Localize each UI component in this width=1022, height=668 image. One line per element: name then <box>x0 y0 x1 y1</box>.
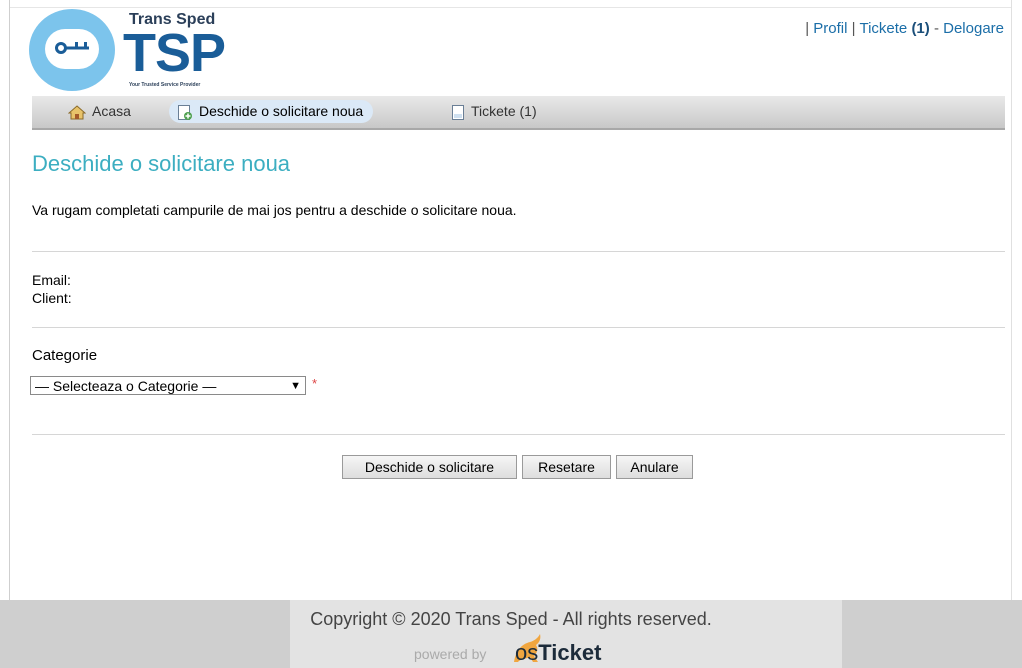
logout-link[interactable]: Delogare <box>943 20 1004 37</box>
page-title: Deschide o solicitare noua <box>32 151 291 176</box>
page-intro: Va rugam completati campurile de mai jos… <box>32 202 517 218</box>
new-ticket-icon <box>178 104 192 120</box>
window-left-border <box>0 0 10 600</box>
logo[interactable]: Trans Sped TSP Your Trusted Service Prov… <box>29 9 239 91</box>
divider <box>32 251 1005 252</box>
tickets-icon <box>452 104 464 120</box>
tickets-link[interactable]: Tickete (1) <box>859 20 929 37</box>
separator: | <box>805 20 810 37</box>
profile-link[interactable]: Profil <box>813 20 847 37</box>
divider <box>32 434 1005 435</box>
osticket-ticket: Ticket <box>538 640 602 665</box>
copyright-text: Copyright © 2020 Trans Sped - All rights… <box>310 609 712 629</box>
logo-circle <box>29 9 115 91</box>
main-nav: Acasa Deschide o solicitare noua Tickete… <box>32 96 1005 130</box>
brand-tagline: Your Trusted Service Provider <box>129 82 201 88</box>
window-top-border <box>9 0 1011 8</box>
required-marker: * <box>312 376 318 391</box>
email-label: Email: <box>32 272 71 288</box>
tickets-count: (1) <box>911 20 930 37</box>
nav-home-label: Acasa <box>92 103 131 119</box>
window-right-border <box>1011 0 1022 600</box>
reset-button[interactable]: Resetare <box>522 455 611 479</box>
powered-by-text: powered by <box>414 646 487 662</box>
nav-tickets-label: Tickete (1) <box>471 103 537 119</box>
osticket-logo[interactable]: osTicket <box>515 640 601 666</box>
separator: | <box>851 20 856 37</box>
home-icon <box>68 105 86 120</box>
nav-item-new-ticket[interactable]: Deschide o solicitare noua <box>169 100 374 123</box>
user-links: | Profil | Tickete (1) - Delogare <box>805 20 1004 37</box>
cancel-button[interactable]: Anulare <box>616 455 693 479</box>
osticket-os: os <box>515 640 539 665</box>
brand-acronym: TSP <box>123 23 226 83</box>
category-selected-value: — Selecteaza o Categorie — <box>35 378 217 394</box>
nav-item-tickets[interactable]: Tickete (1) <box>443 100 547 123</box>
tickets-link-label: Tickete <box>859 20 908 37</box>
nav-new-ticket-label: Deschide o solicitare noua <box>199 103 364 119</box>
divider <box>32 327 1005 328</box>
submit-button[interactable]: Deschide o solicitare <box>342 455 517 479</box>
chevron-down-icon: ▼ <box>290 380 301 392</box>
category-select[interactable]: — Selecteaza o Categorie — ▼ <box>30 376 306 395</box>
client-label: Client: <box>32 290 72 306</box>
dash: - <box>933 20 939 37</box>
logo-cloud <box>45 29 99 69</box>
key-icon <box>55 42 89 54</box>
category-label: Categorie <box>32 347 98 364</box>
nav-item-home[interactable]: Acasa <box>60 100 141 123</box>
